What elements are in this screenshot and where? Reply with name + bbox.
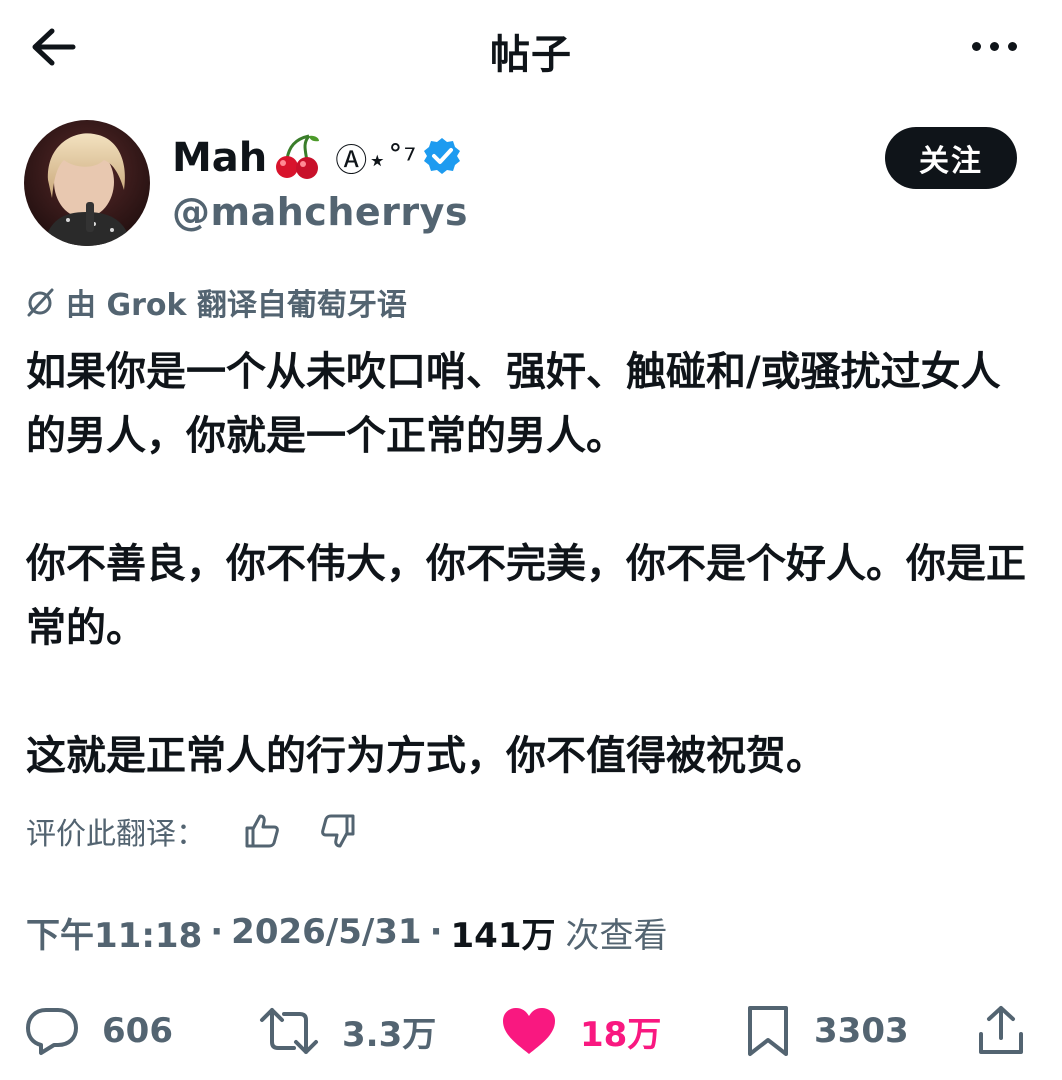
repost-icon bbox=[260, 1008, 318, 1054]
action-bar: 606 3.3万 18万 3303 bbox=[0, 996, 1062, 1066]
more-button[interactable] bbox=[966, 26, 1022, 66]
cherry-icon bbox=[276, 134, 320, 179]
cherry-emoji bbox=[273, 133, 321, 184]
bookmark-count: 3303 bbox=[814, 1011, 909, 1051]
avatar[interactable] bbox=[24, 120, 150, 246]
author-name-row[interactable]: Mah Ⓐ⋆˚⁷ bbox=[172, 128, 462, 188]
author-handle[interactable]: @mahcherrys bbox=[172, 190, 468, 234]
post-time: 下午11:18 bbox=[26, 915, 203, 956]
translated-by-text: 由 Grok 翻译自葡萄牙语 bbox=[66, 288, 407, 323]
views-label: 次查看 bbox=[565, 915, 668, 956]
repost-count: 3.3万 bbox=[342, 1014, 437, 1055]
meta-separator: · bbox=[429, 912, 443, 952]
follow-button[interactable]: 关注 bbox=[885, 127, 1017, 189]
share-button[interactable] bbox=[976, 996, 1026, 1066]
thumbs-down-icon bbox=[321, 814, 355, 848]
verified-badge-icon bbox=[424, 137, 461, 174]
heart-filled-icon bbox=[503, 1008, 555, 1054]
more-horizontal-icon bbox=[971, 41, 981, 51]
post-paragraph: 你不善良，你不伟大，你不完美，你不是个好人。你是正常的。 bbox=[26, 541, 1026, 651]
post-paragraph: 这就是正常人的行为方式，你不值得被祝贺。 bbox=[26, 733, 826, 779]
thumbs-up-icon bbox=[245, 814, 279, 848]
rate-translation-row: 评价此翻译： bbox=[26, 806, 358, 856]
bookmark-icon bbox=[748, 1006, 788, 1056]
repost-button[interactable]: 3.3万 bbox=[258, 996, 436, 1066]
post-date: 2026/5/31 bbox=[231, 912, 422, 952]
views-count: 141万 bbox=[450, 915, 556, 956]
thumbs-down-button[interactable] bbox=[318, 811, 358, 851]
post-meta: 下午11:18 · 2026/5/31 · 141万 次查看 bbox=[26, 904, 668, 960]
like-button[interactable]: 18万 bbox=[500, 996, 661, 1066]
grok-icon bbox=[27, 288, 54, 317]
top-bar: 帖子 bbox=[0, 0, 1062, 92]
name-decoration: Ⓐ⋆˚⁷ bbox=[335, 141, 417, 179]
translated-by-label: 由 Grok 翻译自葡萄牙语 bbox=[24, 280, 407, 324]
share-icon bbox=[979, 1006, 1023, 1054]
rate-translation-label: 评价此翻译： bbox=[26, 817, 206, 852]
verified-badge bbox=[422, 136, 462, 181]
display-name: Mah bbox=[172, 135, 268, 181]
page-title: 帖子 bbox=[490, 32, 572, 78]
meta-separator: · bbox=[210, 912, 224, 952]
post-body: 如果你是一个从未吹口哨、强奸、触碰和/或骚扰过女人的男人，你就是一个正常的男人。… bbox=[26, 340, 1036, 788]
reply-button[interactable]: 606 bbox=[24, 996, 173, 1066]
reply-count: 606 bbox=[102, 1011, 173, 1051]
reply-icon bbox=[26, 1008, 78, 1055]
bookmark-button[interactable]: 3303 bbox=[744, 996, 909, 1066]
avatar-image bbox=[24, 120, 150, 246]
thumbs-up-button[interactable] bbox=[242, 811, 282, 851]
like-count: 18万 bbox=[580, 1014, 662, 1055]
post-paragraph: 如果你是一个从未吹口哨、强奸、触碰和/或骚扰过女人的男人，你就是一个正常的男人。 bbox=[26, 349, 1001, 459]
